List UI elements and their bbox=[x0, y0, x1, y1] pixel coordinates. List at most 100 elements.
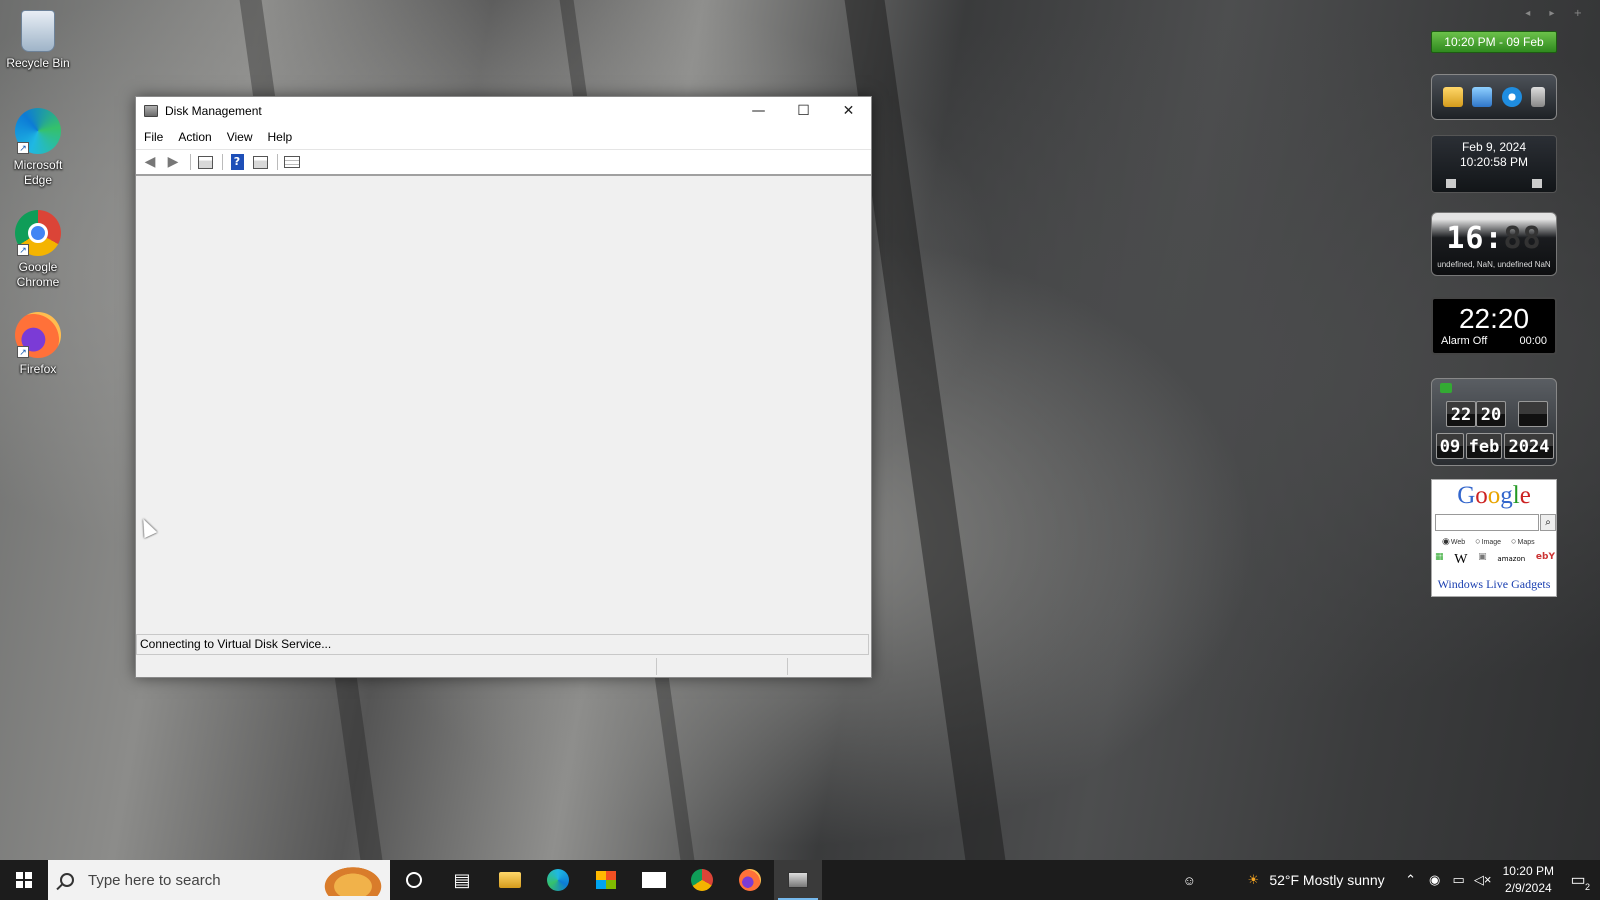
console-tree-icon bbox=[197, 155, 213, 169]
radio-image[interactable]: Image bbox=[1475, 536, 1501, 547]
taskbar-file-explorer[interactable] bbox=[486, 860, 534, 900]
cortana-button[interactable] bbox=[390, 860, 438, 900]
file-explorer-icon bbox=[499, 872, 521, 888]
taskbar-search-box[interactable]: Type here to search bbox=[48, 860, 390, 900]
maximize-button[interactable]: ☐ bbox=[781, 97, 826, 125]
gadget-clock-bar[interactable]: 10:20 PM - 09 Feb bbox=[1431, 31, 1557, 53]
recycle-bin-icon bbox=[21, 10, 55, 52]
computer-icon[interactable] bbox=[1472, 87, 1493, 107]
menu-view[interactable]: View bbox=[227, 130, 253, 144]
chrome-icon bbox=[691, 869, 713, 891]
people-icon[interactable]: ☺ bbox=[1177, 873, 1201, 888]
chevron-up-icon[interactable]: ⌃ bbox=[1399, 872, 1423, 888]
status-divider bbox=[787, 658, 788, 675]
desktop-icon-label: Microsoft Edge bbox=[13, 158, 63, 187]
start-button[interactable] bbox=[0, 860, 48, 900]
digital-clock-subtitle: undefined, NaN, undefined NaN bbox=[1437, 260, 1551, 269]
taskbar-firefox[interactable] bbox=[726, 860, 774, 900]
internet-explorer-icon[interactable] bbox=[1501, 87, 1522, 107]
google-logo-letter: l bbox=[1512, 482, 1520, 509]
show-hide-action-pane-button[interactable] bbox=[250, 153, 270, 171]
title-bar[interactable]: Disk Management — ☐ ✕ bbox=[136, 97, 871, 125]
radio-maps[interactable]: Maps bbox=[1511, 536, 1534, 547]
calendar-icon[interactable] bbox=[1532, 179, 1542, 188]
taskbar-microsoft-store[interactable] bbox=[582, 860, 630, 900]
digital-clock-digits: 16: bbox=[1446, 221, 1504, 256]
forward-arrow-icon[interactable]: ▶ bbox=[163, 153, 183, 171]
minimize-button[interactable]: — bbox=[736, 97, 781, 125]
desktop-icon-edge[interactable]: ↗ Microsoft Edge bbox=[4, 108, 72, 188]
taskbar-date: 2/9/2024 bbox=[1504, 881, 1552, 895]
disk-management-icon bbox=[788, 872, 808, 888]
disk-management-window: Disk Management — ☐ ✕ File Action View H… bbox=[135, 96, 872, 678]
google-logo: Google bbox=[1432, 480, 1556, 512]
wikipedia-link[interactable]: W bbox=[1454, 552, 1467, 568]
network-icon[interactable]: ▭ bbox=[1447, 872, 1471, 888]
recycle-bin-icon[interactable] bbox=[1531, 87, 1546, 107]
toolbar-separator bbox=[190, 154, 191, 170]
taskbar-disk-management[interactable] bbox=[774, 860, 822, 900]
ebay-link[interactable]: ebY bbox=[1536, 552, 1555, 568]
youtube-icon[interactable]: ▣ bbox=[1478, 552, 1487, 568]
notification-center-icon[interactable]: ▭ 2 bbox=[1566, 870, 1590, 892]
search-highlight-pizza-icon[interactable] bbox=[320, 864, 386, 896]
help-button[interactable]: ? bbox=[227, 153, 247, 171]
flip-month: feb bbox=[1466, 433, 1502, 459]
menu-action[interactable]: Action bbox=[178, 130, 211, 144]
google-apps-icon[interactable]: ▦ bbox=[1435, 552, 1444, 568]
alarm-status[interactable]: Alarm Off bbox=[1441, 335, 1487, 347]
gadget-digital-clock: 16:88 undefined, NaN, undefined NaN bbox=[1431, 212, 1557, 276]
disk-management-content-area bbox=[136, 178, 871, 634]
gadget-nav-controls[interactable]: ◂ ▸ + bbox=[1525, 8, 1590, 19]
search-placeholder: Type here to search bbox=[88, 871, 221, 889]
mail-icon bbox=[642, 872, 666, 888]
google-logo-letter: o bbox=[1487, 482, 1501, 509]
weather-text[interactable]: 52°F Mostly sunny bbox=[1269, 872, 1384, 888]
close-button[interactable]: ✕ bbox=[826, 97, 871, 125]
desktop-icon-recycle-bin[interactable]: Recycle Bin bbox=[4, 10, 72, 71]
radio-web[interactable]: Web bbox=[1442, 536, 1465, 547]
help-icon: ? bbox=[230, 154, 244, 170]
home-icon[interactable] bbox=[1446, 179, 1456, 188]
weather-icon[interactable]: ☀ bbox=[1241, 872, 1265, 888]
home-icon[interactable] bbox=[1440, 383, 1452, 393]
toolbar-separator bbox=[222, 154, 223, 170]
store-icon bbox=[596, 871, 616, 889]
taskbar-edge[interactable] bbox=[534, 860, 582, 900]
windows-logo-icon bbox=[16, 872, 32, 888]
menu-bar: File Action View Help bbox=[136, 125, 871, 149]
desktop-icon-chrome[interactable]: ↗ Google Chrome bbox=[4, 210, 72, 290]
firefox-icon: ↗ bbox=[15, 312, 61, 358]
task-view-icon: ▤ bbox=[453, 869, 471, 891]
taskbar-clock[interactable]: 10:20 PM 2/9/2024 bbox=[1503, 863, 1554, 897]
gadget-google-search: Google ⌕ Web Image Maps ▦ W ▣ amazon ebY… bbox=[1431, 479, 1557, 597]
menu-file[interactable]: File bbox=[144, 130, 163, 144]
taskbar-mail[interactable] bbox=[630, 860, 678, 900]
task-view-button[interactable]: ▤ bbox=[438, 860, 486, 900]
action-pane-icon bbox=[252, 155, 268, 169]
windows-live-gadgets-link[interactable]: Windows Live Gadgets bbox=[1432, 577, 1556, 592]
search-icon[interactable]: ⌕ bbox=[1540, 514, 1556, 531]
flip-year: 2024 bbox=[1504, 433, 1554, 459]
google-logo-letter: G bbox=[1457, 482, 1476, 509]
volume-muted-icon[interactable]: ◁× bbox=[1471, 872, 1495, 888]
alarm-time: 00:00 bbox=[1519, 335, 1547, 347]
gadget-date-time: Feb 9, 2024 10:20:58 PM bbox=[1431, 135, 1557, 193]
window-title: Disk Management bbox=[165, 104, 262, 118]
taskbar-time: 10:20 PM bbox=[1502, 864, 1554, 878]
meet-now-icon[interactable]: ◉ bbox=[1423, 872, 1447, 888]
google-logo-letter: g bbox=[1500, 482, 1513, 509]
gadget-alarm-clock: 22:20 Alarm Off 00:00 bbox=[1431, 297, 1557, 355]
status-divider bbox=[656, 658, 657, 675]
folder-icon[interactable] bbox=[1442, 87, 1463, 107]
back-arrow-icon[interactable]: ◀ bbox=[140, 153, 160, 171]
digital-clock-dim-digits: 88 bbox=[1503, 221, 1542, 256]
firefox-icon bbox=[739, 869, 761, 891]
show-hide-console-tree-button[interactable] bbox=[195, 153, 215, 171]
amazon-link[interactable]: amazon bbox=[1497, 552, 1525, 568]
properties-button[interactable] bbox=[282, 153, 302, 171]
menu-help[interactable]: Help bbox=[268, 130, 293, 144]
desktop-icon-firefox[interactable]: ↗ Firefox bbox=[4, 312, 72, 377]
google-search-input[interactable] bbox=[1435, 514, 1539, 531]
taskbar-chrome[interactable] bbox=[678, 860, 726, 900]
